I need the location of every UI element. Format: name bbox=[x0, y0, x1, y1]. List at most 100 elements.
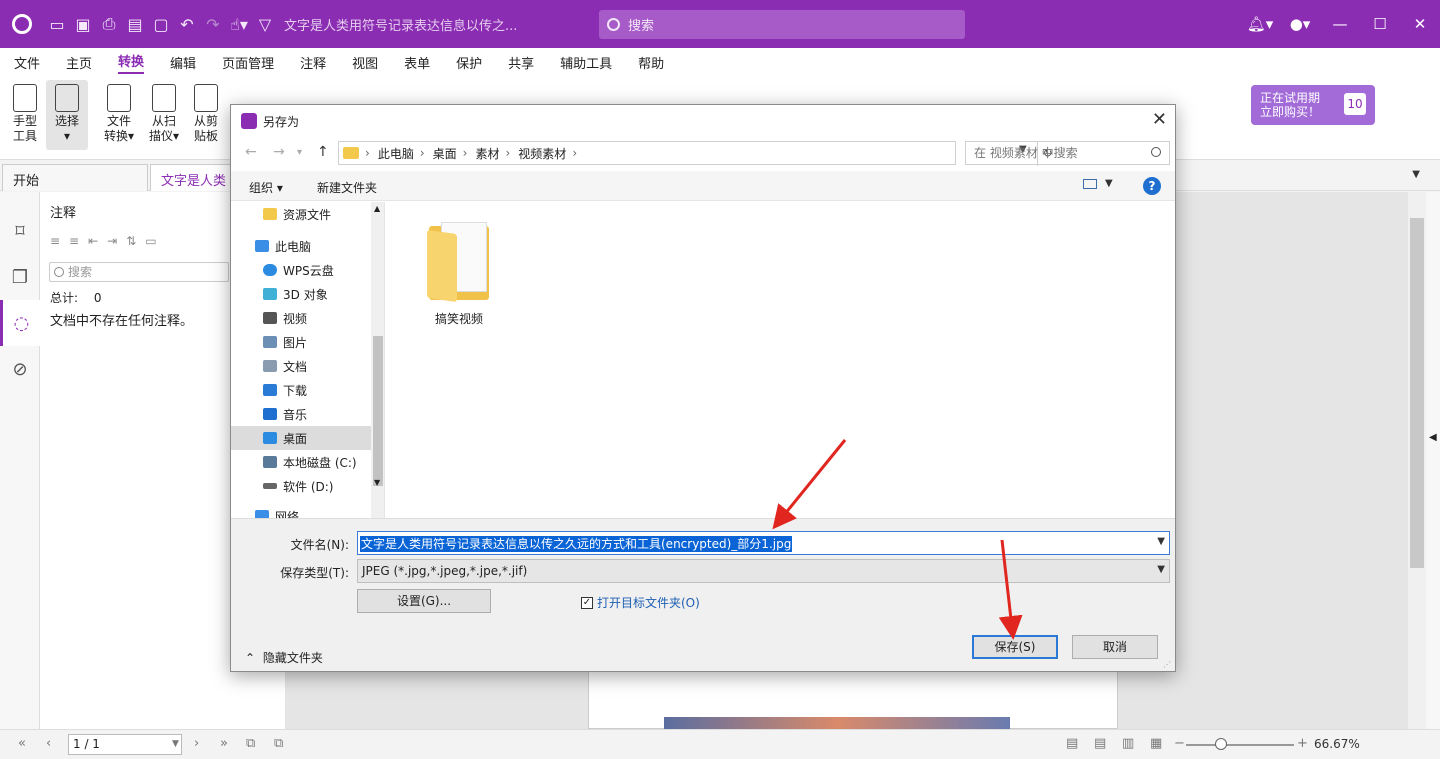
grid-view-icon[interactable]: ▦ bbox=[1150, 736, 1162, 751]
fit-icon[interactable]: ⧉ bbox=[274, 736, 283, 751]
page-dropdown-icon[interactable]: ▼ bbox=[172, 739, 179, 749]
rotate-icon[interactable]: ⧉ bbox=[246, 736, 255, 751]
zoom-in-icon[interactable]: + bbox=[1297, 736, 1308, 751]
zoom-out-icon[interactable]: − bbox=[1174, 736, 1185, 751]
next-page-icon[interactable]: › bbox=[194, 736, 199, 751]
select-tool-button[interactable]: 选择 ▾ bbox=[46, 80, 88, 150]
save-button[interactable]: 保存(S) bbox=[972, 635, 1058, 659]
export-icon[interactable]: ▤ bbox=[122, 11, 148, 37]
cancel-button[interactable]: 取消 bbox=[1072, 635, 1158, 659]
filename-dropdown-icon[interactable]: ▼ bbox=[1157, 536, 1165, 547]
forward-icon[interactable]: → bbox=[273, 144, 285, 160]
breadcrumb-video-materials[interactable]: 视频素材 bbox=[518, 145, 566, 162]
nav-item-wps-cloud[interactable]: WPS云盘 bbox=[231, 258, 371, 282]
bell-icon[interactable]: 🔔︎▾ bbox=[1240, 15, 1280, 33]
customize-icon[interactable]: ▽ bbox=[252, 11, 278, 37]
breadcrumb-desktop[interactable]: 桌面 bbox=[433, 145, 457, 162]
minimize-button[interactable]: — bbox=[1320, 15, 1360, 33]
prev-page-icon[interactable]: ‹ bbox=[46, 736, 51, 751]
file-convert-button[interactable]: 文件 转换▾ bbox=[98, 80, 140, 144]
recent-dropdown-icon[interactable]: ▾ bbox=[297, 147, 302, 158]
folder-search-input[interactable]: 在 视频素材 中搜索 bbox=[965, 141, 1170, 165]
file-list[interactable]: 搞笑视频 bbox=[386, 202, 1175, 518]
bookmark-icon[interactable]: ⌑ bbox=[0, 208, 40, 254]
checkbox-checked-icon[interactable]: ✓ bbox=[581, 596, 593, 609]
menu-view[interactable]: 视图 bbox=[352, 53, 378, 72]
new-doc-icon[interactable]: ▢ bbox=[148, 11, 174, 37]
filetype-select[interactable]: JPEG (*.jpg,*.jpeg,*.jpe,*.jif) ▼ bbox=[357, 559, 1170, 583]
nav-item-videos[interactable]: 视频 bbox=[231, 306, 371, 330]
nav-item-downloads[interactable]: 下载 bbox=[231, 378, 371, 402]
nav-scrollbar-thumb[interactable] bbox=[373, 336, 383, 486]
menu-protect[interactable]: 保护 bbox=[456, 53, 482, 72]
redo-icon[interactable]: ↷ bbox=[200, 11, 226, 37]
scrollbar-thumb[interactable] bbox=[1410, 218, 1424, 568]
attachment-icon[interactable]: ⊘ bbox=[0, 346, 40, 392]
filename-input[interactable]: 文字是人类用符号记录表达信息以传之久远的方式和工具(encrypted)_部分1… bbox=[357, 531, 1170, 555]
from-scanner-button[interactable]: 从扫 描仪▾ bbox=[143, 80, 185, 144]
document-scrollbar[interactable] bbox=[1408, 192, 1426, 729]
settings-button[interactable]: 设置(G)... bbox=[357, 589, 491, 613]
tab-start[interactable]: 开始 bbox=[2, 164, 148, 191]
nav-item-3d-objects[interactable]: 3D 对象 bbox=[231, 282, 371, 306]
undo-icon[interactable]: ↶ bbox=[174, 11, 200, 37]
nav-item-drive-d[interactable]: 软件 (D:) bbox=[231, 474, 371, 498]
nav-item-desktop[interactable]: 桌面 bbox=[231, 426, 371, 450]
nav-item-network[interactable]: 网络 bbox=[231, 504, 371, 518]
menu-share[interactable]: 共享 bbox=[508, 53, 534, 72]
view-dropdown-icon[interactable]: ▼ bbox=[1105, 178, 1113, 189]
help-icon[interactable]: ? bbox=[1143, 177, 1161, 195]
page-number-input[interactable]: 1 / 1 bbox=[68, 734, 182, 755]
nav-item-music[interactable]: 音乐 bbox=[231, 402, 371, 426]
hand-tool-button[interactable]: 手型 工具 bbox=[6, 80, 44, 144]
annotation-tools[interactable]: ≡≡⇤⇥⇅▭ bbox=[50, 234, 166, 248]
up-icon[interactable]: ↑ bbox=[317, 144, 329, 160]
single-page-view-icon[interactable]: ▤ bbox=[1066, 736, 1078, 751]
scroll-down-icon[interactable]: ▼ bbox=[374, 478, 380, 487]
menu-home[interactable]: 主页 bbox=[66, 53, 92, 72]
breadcrumb-this-pc[interactable]: 此电脑 bbox=[378, 145, 414, 162]
breadcrumb-materials[interactable]: 素材 bbox=[475, 145, 499, 162]
right-collapse-bar[interactable]: ◀ bbox=[1426, 192, 1440, 729]
nav-scrollbar[interactable]: ▲ ▼ bbox=[371, 202, 384, 518]
trial-buy-button[interactable]: 正在试用期 立即购买！ 10 bbox=[1251, 85, 1375, 125]
resize-grip-icon[interactable]: ⋰ bbox=[1163, 660, 1171, 669]
first-page-icon[interactable]: « bbox=[18, 736, 26, 751]
open-folder-icon[interactable]: ▭ bbox=[44, 11, 70, 37]
scroll-up-icon[interactable]: ▲ bbox=[374, 204, 380, 213]
open-folder-checkbox[interactable]: ✓ 打开目标文件夹(O) bbox=[581, 594, 700, 611]
dialog-close-button[interactable]: ✕ bbox=[1152, 109, 1167, 130]
organize-button[interactable]: 组织 ▾ bbox=[249, 179, 283, 196]
tab-document[interactable]: 文字是人类用 bbox=[150, 164, 240, 208]
filetype-dropdown-icon[interactable]: ▼ bbox=[1157, 564, 1165, 575]
address-bar[interactable]: › 此电脑 › 桌面 › 素材 › 视频素材 › ▼ ↻ bbox=[338, 141, 1053, 166]
from-clipboard-button[interactable]: 从剪 贴板 bbox=[188, 80, 224, 144]
global-search-input[interactable]: 搜索 bbox=[599, 10, 965, 39]
collapse-arrow-icon[interactable]: ◀ bbox=[1429, 432, 1437, 443]
zoom-level[interactable]: 66.67% bbox=[1314, 737, 1360, 751]
menu-edit[interactable]: 编辑 bbox=[170, 53, 196, 72]
menu-help[interactable]: 帮助 bbox=[638, 53, 664, 72]
facing-view-icon[interactable]: ▥ bbox=[1122, 736, 1134, 751]
print-icon[interactable]: ⎙ bbox=[96, 11, 122, 37]
view-mode-icon[interactable] bbox=[1083, 179, 1097, 189]
menu-tools[interactable]: 辅助工具 bbox=[560, 53, 612, 72]
save-icon[interactable]: ▣ bbox=[70, 11, 96, 37]
user-icon[interactable]: ●▾ bbox=[1280, 15, 1320, 33]
menu-convert[interactable]: 转换 bbox=[118, 51, 145, 74]
comment-icon[interactable]: ◌ bbox=[0, 300, 40, 346]
nav-item-resources[interactable]: 资源文件 bbox=[231, 202, 371, 226]
folder-item[interactable]: 搞笑视频 bbox=[424, 218, 494, 327]
tabs-dropdown-icon[interactable]: ▼ bbox=[1412, 169, 1420, 180]
nav-item-this-pc[interactable]: 此电脑 bbox=[231, 234, 371, 258]
menu-form[interactable]: 表单 bbox=[404, 53, 430, 72]
close-button[interactable]: ✕ bbox=[1400, 15, 1440, 33]
annotation-search-input[interactable]: 搜索 bbox=[49, 262, 229, 282]
last-page-icon[interactable]: » bbox=[220, 736, 228, 751]
nav-item-pictures[interactable]: 图片 bbox=[231, 330, 371, 354]
menu-page-manage[interactable]: 页面管理 bbox=[222, 53, 274, 72]
back-icon[interactable]: ← bbox=[245, 144, 257, 160]
zoom-slider-track[interactable] bbox=[1186, 744, 1294, 746]
hide-folders-toggle[interactable]: ⌃ 隐藏文件夹 bbox=[245, 649, 323, 666]
new-folder-button[interactable]: 新建文件夹 bbox=[317, 179, 377, 196]
